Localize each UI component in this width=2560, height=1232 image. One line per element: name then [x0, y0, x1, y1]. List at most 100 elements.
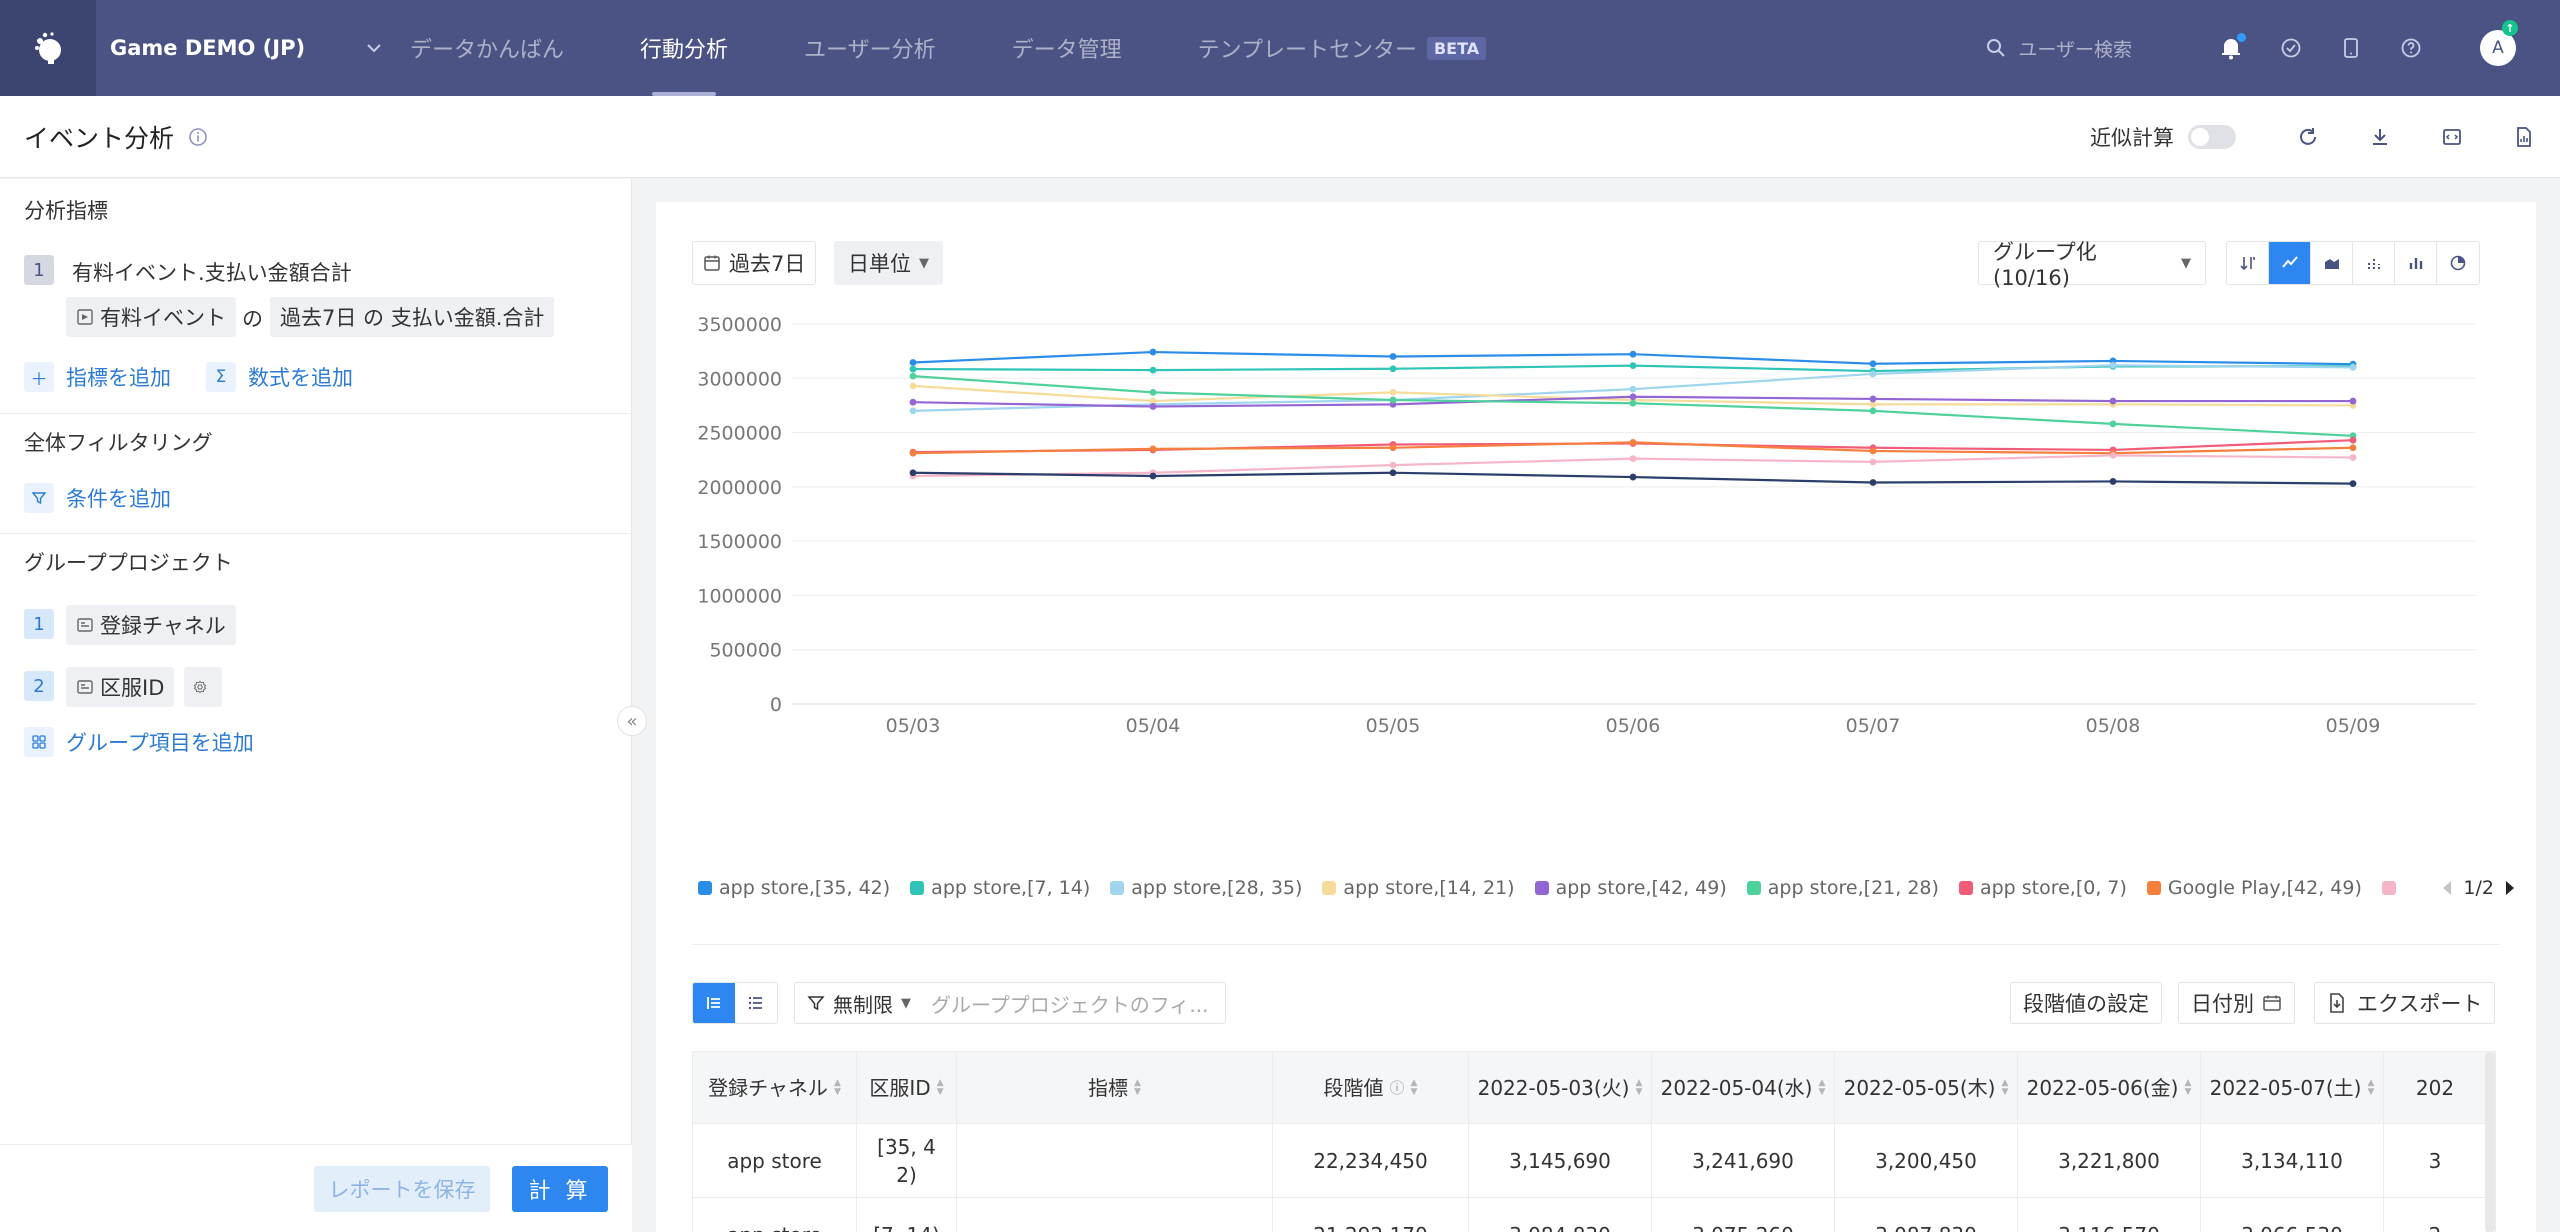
data-point[interactable]	[909, 372, 917, 380]
data-point[interactable]	[1389, 365, 1397, 373]
export-button[interactable]: エクスポート	[2314, 982, 2496, 1024]
add-group-button[interactable]: グループ項目を追加	[24, 727, 254, 757]
data-point[interactable]	[1869, 479, 1877, 486]
table-row[interactable]: app store[7, 14) 21,292,1703,084,8303,075…	[693, 1198, 2495, 1232]
data-point[interactable]	[2349, 397, 2357, 405]
legend-item[interactable]: app store,[42, 49)	[1534, 877, 1727, 899]
tab-template-center[interactable]: テンプレートセンター BETA	[1198, 0, 1487, 96]
list-view-icon[interactable]	[735, 983, 777, 1023]
project-switcher[interactable]: Game DEMO (JP)	[96, 0, 394, 96]
column-header[interactable]: 2022-05-03(火) ▲ ▼	[1469, 1052, 1652, 1123]
data-point[interactable]	[2109, 451, 2117, 459]
group-settings-button[interactable]	[184, 667, 222, 707]
data-point[interactable]	[2349, 436, 2357, 444]
legend-item[interactable]: Google Play,[14,	[2381, 877, 2404, 899]
pie-chart-icon[interactable]	[2437, 242, 2479, 284]
legend-item[interactable]: app store,[7, 14)	[910, 877, 1090, 899]
data-point[interactable]	[1149, 366, 1157, 374]
next-page-icon[interactable]	[2502, 879, 2518, 897]
column-header[interactable]: 区服ID ▲ ▼	[857, 1052, 957, 1123]
refresh-icon[interactable]	[2272, 96, 2344, 178]
help-icon[interactable]	[2396, 33, 2426, 63]
data-point[interactable]	[1389, 469, 1397, 477]
column-header[interactable]: 2022-05-07(土) ▲ ▼	[2201, 1052, 2384, 1123]
data-point[interactable]	[1629, 399, 1637, 407]
legend-item[interactable]: app store,[21, 28)	[1746, 877, 1939, 899]
tab-behavior-analysis[interactable]: 行動分析	[640, 0, 728, 96]
line-chart-icon[interactable]	[2269, 242, 2311, 284]
legend-item[interactable]: Google Play,[42, 49)	[2146, 877, 2362, 899]
data-point[interactable]	[1869, 395, 1877, 403]
check-circle-icon[interactable]	[2276, 33, 2306, 63]
sort-icon[interactable]: ▲ ▼	[2001, 1078, 2008, 1097]
download-icon[interactable]	[2344, 96, 2416, 178]
data-point[interactable]	[1869, 360, 1877, 368]
by-date-button[interactable]: 日付別	[2178, 982, 2295, 1024]
data-point[interactable]	[2349, 454, 2357, 461]
metric-name[interactable]: 有料イベント.支払い金額合計	[72, 257, 352, 287]
sort-icon[interactable]: ▲ ▼	[2184, 1078, 2191, 1097]
add-metric-button[interactable]: ＋ 指標を追加	[24, 362, 171, 392]
data-point[interactable]	[1389, 353, 1397, 360]
data-point[interactable]	[2109, 478, 2117, 485]
sort-icon[interactable]: ▲ ▼	[1635, 1078, 1642, 1097]
column-header[interactable]: 段階値 ⓘ ▲ ▼	[1273, 1052, 1469, 1123]
stage-settings-button[interactable]: 段階値の設定	[2010, 982, 2162, 1024]
legend-item[interactable]: app store,[0, 7)	[1958, 877, 2127, 899]
data-point[interactable]	[1389, 461, 1397, 469]
legend-item[interactable]: app store,[35, 42)	[698, 877, 890, 899]
info-icon[interactable]: ⓘ	[1390, 1074, 1405, 1102]
data-point[interactable]	[1149, 403, 1157, 410]
embed-code-icon[interactable]	[2416, 96, 2488, 178]
legend-item[interactable]: app store,[28, 35)	[1110, 877, 1302, 899]
tab-data-management[interactable]: データ管理	[1012, 0, 1122, 96]
report-icon[interactable]	[2488, 96, 2560, 178]
data-point[interactable]	[2349, 364, 2357, 371]
approx-calc-toggle[interactable]	[2188, 125, 2236, 149]
metric-aggregation-chip[interactable]: 過去7日 の 支払い金額.合計	[270, 297, 555, 337]
data-point[interactable]	[2109, 420, 2117, 428]
calculate-button[interactable]: 計 算	[512, 1166, 608, 1212]
tree-view-icon[interactable]	[693, 983, 735, 1023]
sort-icon[interactable]: ▲ ▼	[1818, 1078, 1825, 1097]
prev-page-icon[interactable]	[2439, 879, 2455, 897]
time-unit-select[interactable]: 日単位 ▼	[834, 241, 943, 285]
grouping-select[interactable]: グループ化 (10/16) ▼	[1978, 240, 2206, 290]
data-point[interactable]	[1629, 385, 1637, 393]
collapse-panel-icon[interactable]: «	[617, 706, 647, 736]
column-header[interactable]: 2022-05-05(木) ▲ ▼	[1835, 1052, 2018, 1123]
data-point[interactable]	[1869, 447, 1877, 455]
data-point[interactable]	[1389, 396, 1397, 404]
data-point[interactable]	[909, 449, 917, 457]
data-point[interactable]	[1389, 444, 1397, 452]
data-point[interactable]	[1149, 472, 1157, 480]
add-formula-button[interactable]: Σ 数式を追加	[206, 362, 353, 392]
add-condition-button[interactable]: 条件を追加	[24, 483, 171, 513]
tab-user-analysis[interactable]: ユーザー分析	[804, 0, 936, 96]
data-point[interactable]	[909, 407, 917, 415]
sort-icon[interactable]: ▲ ▼	[834, 1078, 841, 1097]
data-point[interactable]	[909, 469, 917, 477]
table-row[interactable]: app store [35, 4 2) 22,234,450 3,145,690 3,2…	[693, 1124, 2495, 1198]
save-report-button[interactable]: レポートを保存	[314, 1166, 490, 1212]
data-point[interactable]	[909, 359, 917, 366]
data-point[interactable]	[2349, 444, 2357, 452]
data-point[interactable]	[1389, 389, 1397, 396]
data-point[interactable]	[1629, 393, 1637, 401]
user-avatar[interactable]: A ↑	[2480, 20, 2518, 66]
sort-icon[interactable]: ▲ ▼	[2367, 1078, 2374, 1097]
sort-icon[interactable]: ▲ ▼	[1134, 1078, 1141, 1097]
sort-icon[interactable]: ▲ ▼	[1411, 1078, 1418, 1097]
column-header[interactable]: 指標 ▲ ▼	[957, 1052, 1273, 1123]
tab-data-board[interactable]: データかんばん	[410, 0, 564, 96]
data-point[interactable]	[909, 365, 917, 373]
sort-icon[interactable]	[2227, 242, 2269, 284]
data-point[interactable]	[909, 382, 917, 390]
data-point[interactable]	[1869, 370, 1877, 378]
data-point[interactable]	[1629, 350, 1637, 358]
metric-event-chip[interactable]: 有料イベント	[66, 297, 236, 337]
data-point[interactable]	[909, 398, 917, 406]
data-point[interactable]	[1869, 458, 1877, 466]
data-point[interactable]	[2109, 361, 2117, 369]
data-point[interactable]	[1629, 473, 1637, 481]
